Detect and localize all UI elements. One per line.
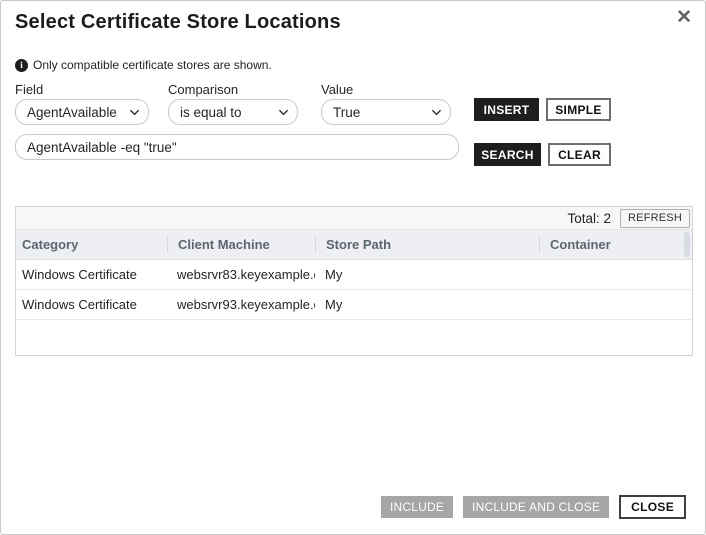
dialog-title: Select Certificate Store Locations bbox=[15, 11, 341, 34]
comparison-select-wrap: is equal to bbox=[168, 99, 298, 125]
cell-client-machine: websrvr93.keyexample.com bbox=[167, 297, 315, 312]
field-select[interactable]: AgentAvailable bbox=[15, 99, 149, 125]
column-header-client-machine[interactable]: Client Machine bbox=[167, 236, 315, 253]
info-icon: i bbox=[15, 59, 28, 72]
scrollbar[interactable] bbox=[684, 232, 690, 257]
value-select-wrap: True bbox=[321, 99, 451, 125]
table-header-row: Category Client Machine Store Path Conta… bbox=[16, 230, 692, 260]
cell-store-path: My bbox=[315, 297, 539, 312]
include-button[interactable]: INCLUDE bbox=[381, 496, 453, 518]
column-header-container[interactable]: Container bbox=[539, 236, 692, 253]
comparison-label: Comparison bbox=[168, 82, 238, 97]
close-icon[interactable]: ✕ bbox=[676, 7, 692, 29]
info-text: Only compatible certificate stores are s… bbox=[33, 58, 272, 72]
cell-client-machine: websrvr83.keyexample.com bbox=[167, 267, 315, 282]
table-row[interactable]: Windows Certificate websrvr93.keyexample… bbox=[16, 290, 692, 320]
table-toolbar: Total: 2 REFRESH bbox=[16, 207, 692, 230]
cell-store-path: My bbox=[315, 267, 539, 282]
comparison-select[interactable]: is equal to bbox=[168, 99, 298, 125]
cell-category: Windows Certificate bbox=[16, 297, 167, 312]
column-header-category[interactable]: Category bbox=[16, 236, 167, 253]
column-header-store-path[interactable]: Store Path bbox=[315, 236, 539, 253]
results-table: Total: 2 REFRESH Category Client Machine… bbox=[15, 206, 693, 356]
include-and-close-button[interactable]: INCLUDE AND CLOSE bbox=[463, 496, 609, 518]
select-certificate-store-dialog: Select Certificate Store Locations ✕ i O… bbox=[0, 0, 706, 535]
cell-category: Windows Certificate bbox=[16, 267, 167, 282]
search-button[interactable]: SEARCH bbox=[474, 143, 541, 166]
dialog-footer: INCLUDE INCLUDE AND CLOSE CLOSE bbox=[381, 495, 686, 519]
value-label: Value bbox=[321, 82, 353, 97]
insert-button[interactable]: INSERT bbox=[474, 98, 539, 121]
field-label: Field bbox=[15, 82, 43, 97]
close-button[interactable]: CLOSE bbox=[619, 495, 686, 519]
total-count: Total: 2 bbox=[568, 211, 612, 226]
clear-button[interactable]: CLEAR bbox=[548, 143, 611, 166]
info-message: i Only compatible certificate stores are… bbox=[15, 58, 272, 72]
query-input[interactable] bbox=[15, 134, 459, 160]
simple-button[interactable]: SIMPLE bbox=[546, 98, 611, 121]
field-select-wrap: AgentAvailable bbox=[15, 99, 149, 125]
table-row[interactable]: Windows Certificate websrvr83.keyexample… bbox=[16, 260, 692, 290]
refresh-button[interactable]: REFRESH bbox=[620, 209, 690, 228]
value-select[interactable]: True bbox=[321, 99, 451, 125]
